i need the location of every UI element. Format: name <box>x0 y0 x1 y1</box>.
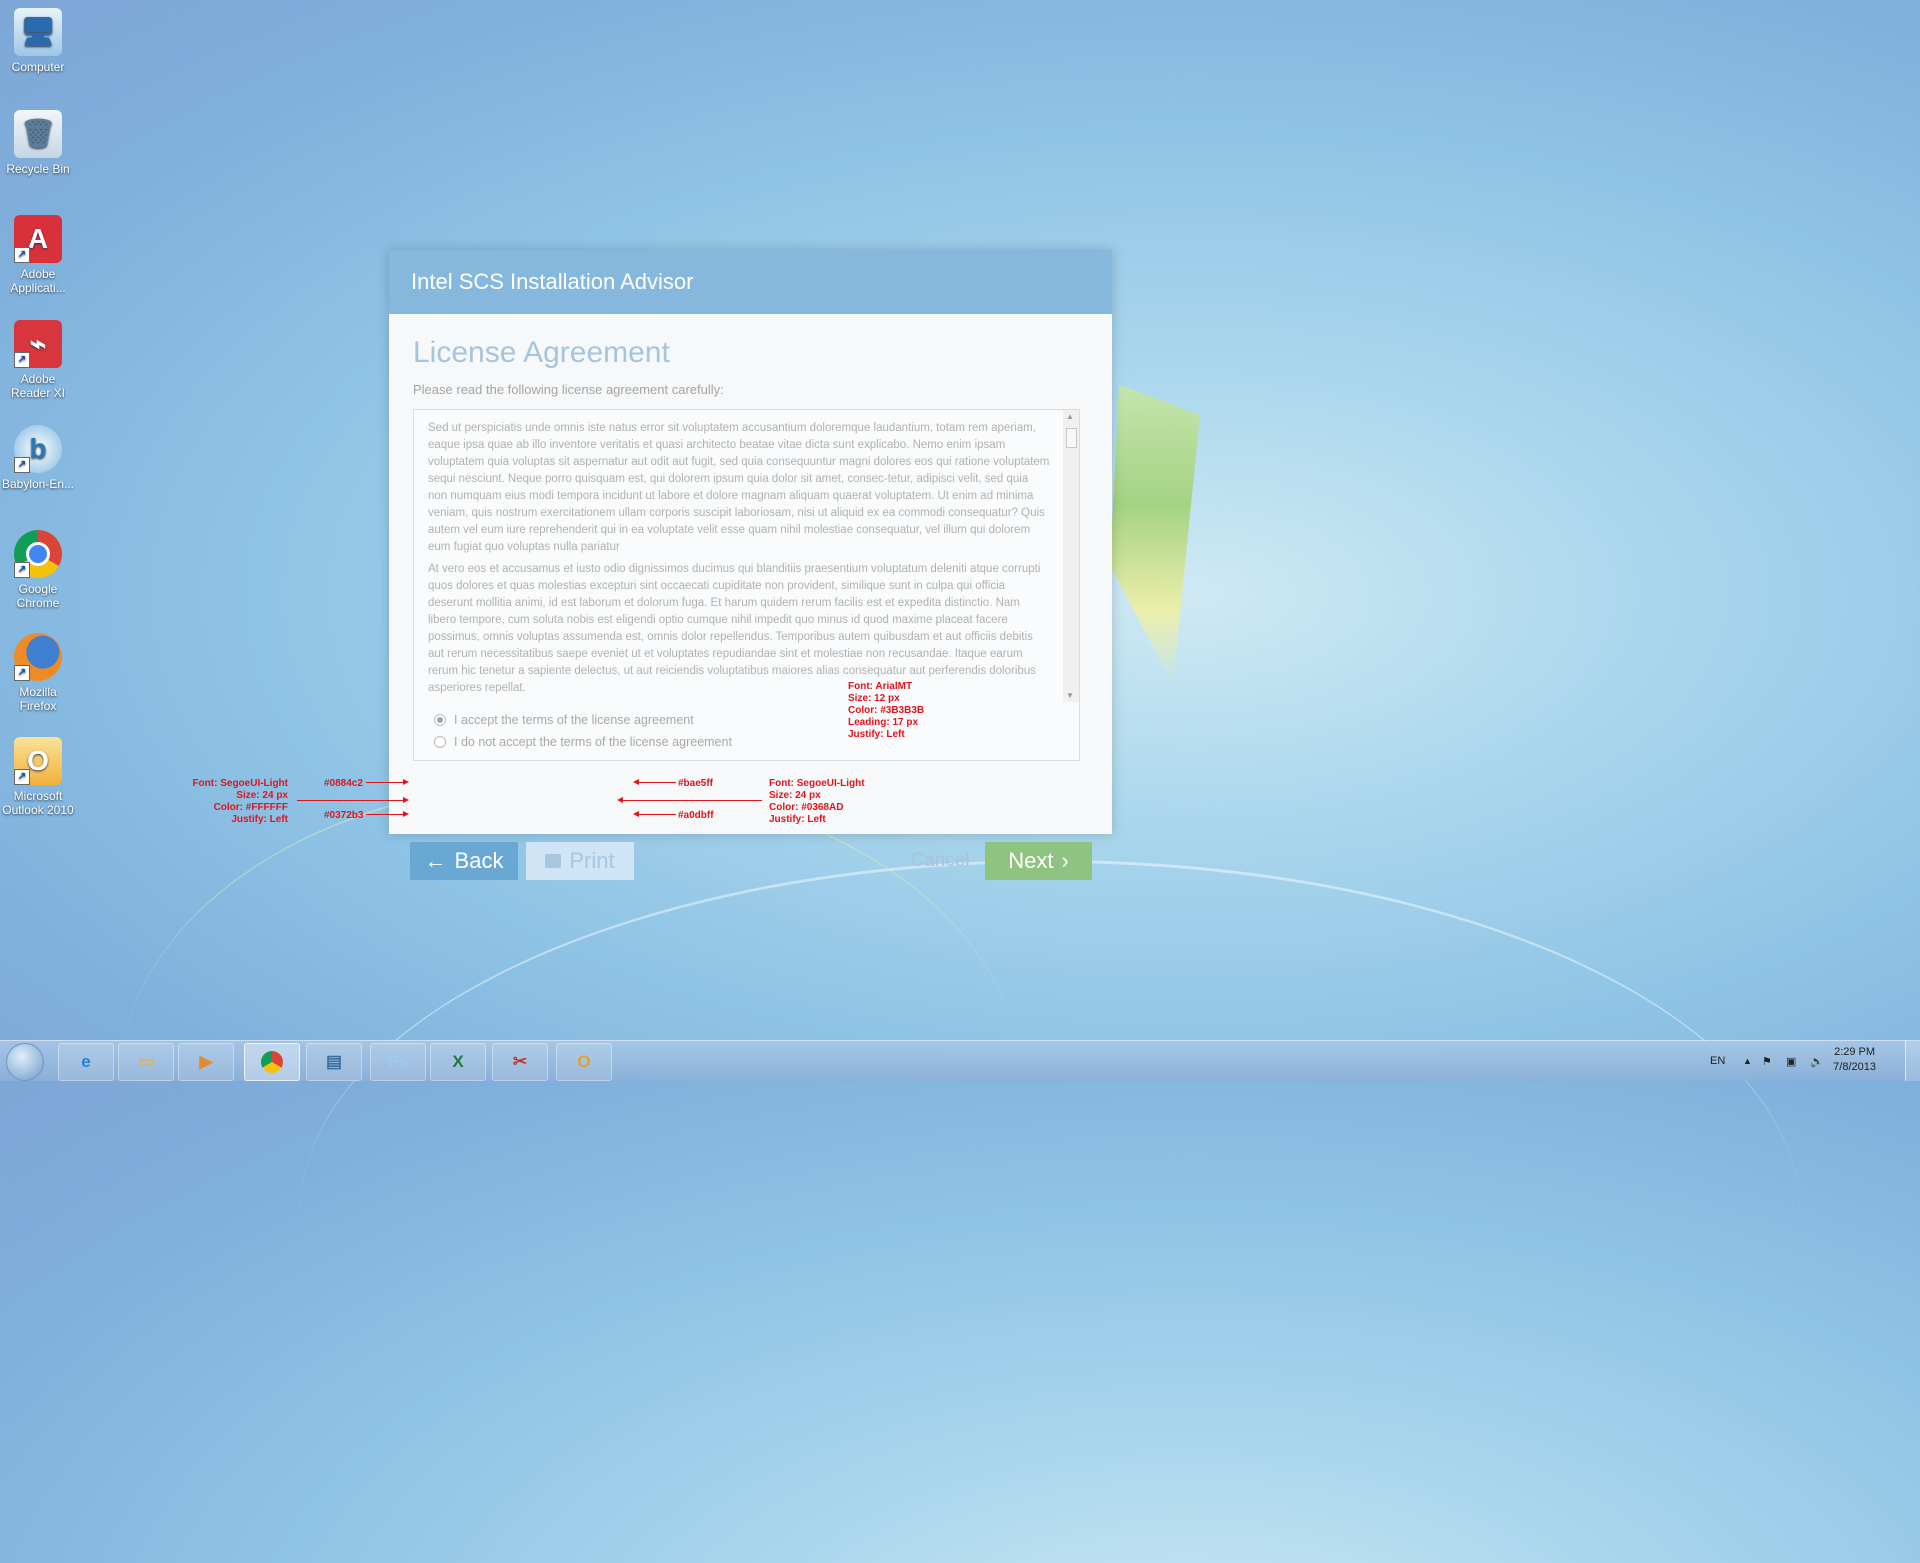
desktop-icon-babylon[interactable]: b ↗ Babylon-En... <box>0 425 76 491</box>
shortcut-arrow-icon: ↗ <box>14 665 30 681</box>
dialog-title: Intel SCS Installation Advisor <box>389 250 1112 314</box>
annotation-back-bottom-color: #0372b3 <box>324 810 364 821</box>
outlook-icon[interactable]: O <box>556 1043 612 1081</box>
clock-time: 2:29 PM <box>1834 1046 1876 1058</box>
start-button[interactable] <box>6 1043 44 1081</box>
scroll-down-icon[interactable]: ▼ <box>1066 691 1074 700</box>
accept-label: I accept the terms of the license agreem… <box>454 713 694 727</box>
excel-icon[interactable]: X <box>430 1043 486 1081</box>
chevron-right-icon: › <box>1061 848 1069 873</box>
show-hidden-icons-icon[interactable]: ▲ <box>1743 1041 1752 1081</box>
annotation-arrow <box>403 779 409 785</box>
decline-radio[interactable] <box>434 736 446 748</box>
desktop-icon-firefox[interactable]: ↗ Mozilla Firefox <box>0 633 76 713</box>
show-desktop-button[interactable] <box>1905 1041 1920 1081</box>
desktop-icon-adobe-application[interactable]: A ↗ Adobe Applicati... <box>0 215 76 295</box>
scrollbar-thumb[interactable] <box>1066 428 1077 448</box>
internet-explorer-icon[interactable]: e <box>58 1043 114 1081</box>
scroll-up-icon[interactable]: ▲ <box>1066 412 1074 421</box>
media-player-icon[interactable]: ▶ <box>178 1043 234 1081</box>
recycle-bin-icon: 🗑 <box>14 110 62 158</box>
desktop-icon-outlook[interactable]: O ↗ Microsoft Outlook 2010 <box>0 737 76 817</box>
volume-icon[interactable]: 🔈 <box>1810 1041 1824 1081</box>
next-button[interactable]: Next › <box>985 842 1092 880</box>
license-heading: License Agreement <box>413 336 670 369</box>
license-text-area[interactable]: Sed ut perspiciatis unde omnis iste natu… <box>428 420 1050 710</box>
license-paragraph: At vero eos et accusamus et iusto odio d… <box>428 563 1041 694</box>
desktop-icon-computer[interactable]: 🖥 Computer <box>0 8 76 74</box>
shortcut-arrow-icon: ↗ <box>14 457 30 473</box>
annotation-line <box>638 782 676 783</box>
snipping-tool-icon[interactable]: ✂ <box>492 1043 548 1081</box>
photoshop-icon[interactable]: Ps <box>370 1043 426 1081</box>
taskbar: e ▭ ▶ ▤ Ps X ✂ O EN ▲ ⚑ ▣ 🔈 2:29 PM 7/8/… <box>0 1040 1920 1081</box>
back-arrow-icon: ← <box>424 848 447 873</box>
decline-option[interactable]: I do not accept the terms of the license… <box>434 735 732 749</box>
annotation-print-bottom-color: #a0dbff <box>678 810 714 821</box>
installation-advisor-dialog: Intel SCS Installation Advisor License A… <box>389 250 1112 880</box>
next-label: Next <box>1008 848 1054 873</box>
language-indicator[interactable]: EN <box>1710 1041 1725 1081</box>
chrome-icon: ↗ <box>14 530 62 578</box>
license-scrollbar[interactable]: ▲ ▼ <box>1063 410 1079 702</box>
license-subheading: Please read the following license agreem… <box>413 382 724 397</box>
wallpaper-swirl <box>300 860 1800 1563</box>
annotation-back-top-color: #0884c2 <box>324 778 363 789</box>
printer-icon <box>545 854 562 868</box>
shortcut-arrow-icon: ↗ <box>14 769 30 785</box>
shortcut-arrow-icon: ↗ <box>14 562 30 578</box>
accept-option[interactable]: I accept the terms of the license agreem… <box>434 713 694 727</box>
decline-label: I do not accept the terms of the license… <box>454 735 732 749</box>
annotation-arrow <box>403 797 409 803</box>
license-paragraph: Sed ut perspiciatis unde omnis iste natu… <box>428 422 1050 553</box>
shortcut-arrow-icon: ↗ <box>14 247 30 263</box>
accept-radio[interactable] <box>434 714 446 726</box>
shortcut-arrow-icon: ↗ <box>14 352 30 368</box>
system-clock[interactable]: 2:29 PM 7/8/2013 <box>1833 1045 1876 1075</box>
desktop-icon-adobe-reader[interactable]: ⌁ ↗ Adobe Reader XI <box>0 320 76 400</box>
wallpaper-logo <box>1110 385 1200 685</box>
back-label: Back <box>454 848 504 873</box>
chrome-icon[interactable] <box>244 1043 300 1081</box>
annotation-text-spec: Font: ArialMT Size: 12 px Color: #3B3B3B… <box>848 681 925 740</box>
annotation-arrow <box>403 811 409 817</box>
annotation-print-top-color: #bae5ff <box>678 778 714 789</box>
adobe-reader-icon: ⌁ ↗ <box>14 320 62 368</box>
annotation-line <box>366 782 404 783</box>
file-explorer-icon[interactable]: ▭ <box>118 1043 174 1081</box>
computer-icon: 🖥 <box>14 8 62 56</box>
task-manager-icon[interactable]: ▤ <box>306 1043 362 1081</box>
adobe-application-manager-icon: A ↗ <box>14 215 62 263</box>
annotation-right-spec: Font: SegoeUI-Light Size: 24 px Color: #… <box>769 778 865 825</box>
outlook-icon: O ↗ <box>14 737 62 785</box>
clock-date: 7/8/2013 <box>1833 1061 1876 1073</box>
print-button[interactable]: Print <box>526 842 634 880</box>
annotation-line <box>297 800 404 801</box>
cancel-button[interactable]: Cancel <box>905 842 975 880</box>
annotation-line <box>622 800 762 801</box>
firefox-icon: ↗ <box>14 633 62 681</box>
action-center-flag-icon[interactable]: ⚑ <box>1762 1041 1772 1081</box>
dialog-body: License Agreement Please read the follow… <box>389 314 1112 880</box>
back-button[interactable]: ← Back <box>410 842 518 880</box>
license-panel: Sed ut perspiciatis unde omnis iste natu… <box>413 409 1080 761</box>
babylon-icon: b ↗ <box>14 425 62 473</box>
print-label: Print <box>569 848 615 873</box>
network-icon[interactable]: ▣ <box>1786 1041 1796 1081</box>
desktop-icon-chrome[interactable]: ↗ Google Chrome <box>0 530 76 610</box>
annotation-left-spec: Font: SegoeUI-Light Size: 24 px Color: #… <box>192 778 288 825</box>
desktop-icon-recycle-bin[interactable]: 🗑 Recycle Bin <box>0 110 76 176</box>
annotation-line <box>366 814 404 815</box>
annotation-line <box>638 814 676 815</box>
